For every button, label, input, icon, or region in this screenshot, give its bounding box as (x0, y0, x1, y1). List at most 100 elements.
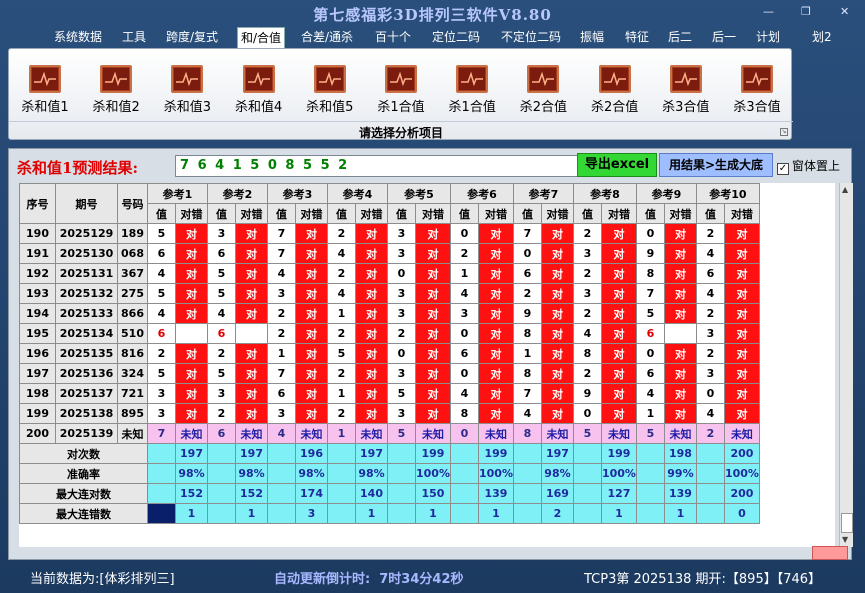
number-cell: 510 (117, 323, 148, 344)
judge-cell: 对 (600, 343, 637, 364)
col-seq-header[interactable]: 序号 (19, 183, 56, 224)
stats-empty-cell (327, 503, 356, 524)
table-row[interactable]: 195 2025134 510 6 6 2 对 2 对 2 对 0 对 8 对 4 对 6 3 对 (19, 323, 760, 344)
pulse-chart-icon (242, 65, 275, 93)
table-row[interactable]: 192 2025131 367 4 对 5 对 4 对 2 对 0 对 1 对 6 对 2 对 8 对 6 对 (19, 263, 760, 284)
value-cell: 7 (267, 223, 296, 244)
judge-cell: 对 (235, 383, 268, 404)
ribbon-button-4[interactable]: 杀和值5 (298, 65, 362, 115)
scroll-up-icon[interactable]: ▲ (842, 185, 848, 194)
col-number-header[interactable]: 号码 (117, 183, 148, 224)
ribbon-button-5[interactable]: 杀1合值 (369, 65, 433, 115)
table-row[interactable]: 199 2025138 895 3 对 2 对 3 对 2 对 3 对 8 对 4 对 0 对 1 对 4 对 (19, 403, 760, 424)
pending-judge-cell: 未知 (175, 423, 208, 444)
ribbon-button-0[interactable]: 杀和值1 (13, 65, 77, 115)
scroll-down-icon[interactable]: ▼ (842, 535, 848, 544)
ribbon-button-9[interactable]: 杀3合值 (654, 65, 718, 115)
value-cell: 2 (207, 343, 236, 364)
table-row[interactable]: 194 2025133 866 4 对 4 对 2 对 1 对 3 对 3 对 9 对 2 对 5 对 2 对 (19, 303, 760, 324)
ref-header-7[interactable]: 参考7 (512, 183, 574, 204)
table-row[interactable]: 198 2025137 721 3 对 3 对 6 对 1 对 5 对 4 对 7 对 9 对 4 对 0 对 (19, 383, 760, 404)
ref-header-2[interactable]: 参考2 (207, 183, 268, 204)
menu-item-11[interactable]: 后一 (712, 29, 736, 47)
ribbon-button-6[interactable]: 杀1合值 (440, 65, 504, 115)
value-cell: 5 (147, 283, 176, 304)
ribbon-button-2[interactable]: 杀和值3 (155, 65, 219, 115)
judge-cell: 对 (415, 243, 451, 264)
menu-item-0[interactable]: 系统数据 (54, 29, 102, 47)
value-cell: 6 (635, 363, 665, 384)
value-cell: 8 (635, 263, 665, 284)
table-row[interactable]: 190 2025129 189 5 对 3 对 7 对 2 对 3 对 0 对 7 对 2 对 0 对 2 对 (19, 223, 760, 244)
value-cell: 0 (387, 263, 416, 284)
ribbon-button-7[interactable]: 杀2合值 (511, 65, 575, 115)
menu-item-9[interactable]: 特征 (625, 29, 649, 47)
judge-header: 对错 (600, 203, 637, 224)
ref-header-4[interactable]: 参考4 (327, 183, 388, 204)
menu-item-8[interactable]: 振幅 (580, 29, 604, 47)
col-period-header[interactable]: 期号 (55, 183, 118, 224)
menu-item-12[interactable]: 计划 (756, 29, 780, 47)
value-cell: 2 (327, 223, 356, 244)
topmost-toggle[interactable]: ✓ 窗体置上 (777, 157, 840, 175)
table-row[interactable]: 191 2025130 068 6 对 6 对 7 对 4 对 3 对 2 对 0 对 3 对 9 对 4 对 (19, 243, 760, 264)
menu-item-4[interactable]: 合差/通杀 (301, 29, 353, 47)
result-grid-container: 序号 期号 号码 参考1 参考2 参考3 参考4 参考5 参考6 参考7 参考8 参考9 参考10 值 对错… (19, 183, 835, 547)
judge-cell: 对 (235, 303, 268, 324)
judge-cell: 对 (723, 363, 760, 384)
ref-header-5[interactable]: 参考5 (387, 183, 451, 204)
judge-cell: 对 (540, 263, 574, 284)
ref-header-1[interactable]: 参考1 (147, 183, 208, 204)
ref-header-6[interactable]: 参考6 (449, 183, 514, 204)
ribbon-panel: 请选择分析项目 ↘ 杀和值1 杀和值2 杀和值3 杀和值4 杀和值5 杀1合值 杀1合值 杀2… (8, 48, 793, 140)
ref-header-9[interactable]: 参考9 (635, 183, 697, 204)
table-row[interactable]: 196 2025135 816 2 对 2 对 1 对 5 对 0 对 6 对 1 对 8 对 0 对 2 对 (19, 343, 760, 364)
judge-cell: 对 (235, 403, 268, 424)
stats-row: 最大连错数 1 1 3 1 1 1 2 1 1 0 (19, 503, 760, 524)
generate-base-button[interactable]: 用结果>生成大底 (659, 153, 773, 177)
minimize-button[interactable]: — (763, 5, 774, 18)
menu-item-2[interactable]: 跨度/复式 (166, 29, 218, 47)
ribbon-button-3[interactable]: 杀和值4 (227, 65, 291, 115)
export-excel-button[interactable]: 导出excel (577, 153, 657, 177)
val-header: 值 (327, 203, 356, 224)
ribbon-button-8[interactable]: 杀2合值 (583, 65, 647, 115)
menu-item-7[interactable]: 不定位二码 (501, 29, 561, 47)
menu-item-3[interactable]: 和/合值 (237, 27, 286, 48)
judge-cell: 对 (477, 363, 514, 384)
pending-value-cell: 6 (207, 423, 236, 444)
vertical-scrollbar[interactable]: ▲ ▼ (839, 183, 853, 547)
value-cell: 2 (572, 223, 602, 244)
maximize-button[interactable]: ❐ (801, 5, 811, 18)
table-row[interactable]: 197 2025136 324 5 对 5 对 7 对 2 对 3 对 0 对 8 对 2 对 6 对 3 对 (19, 363, 760, 384)
menu-item-5[interactable]: 百十个 (375, 29, 411, 47)
value-cell: 3 (267, 283, 296, 304)
close-button[interactable]: ✕ (840, 5, 849, 18)
status-countdown: 自动更新倒计时: 7时34分42秒 (274, 568, 464, 587)
ribbon-button-1[interactable]: 杀和值2 (84, 65, 148, 115)
ribbon-button-10[interactable]: 杀3合值 (725, 65, 789, 115)
ref-header-8[interactable]: 参考8 (572, 183, 637, 204)
pending-judge-cell: 未知 (415, 423, 451, 444)
stats-value-cell: 0 (723, 503, 760, 524)
table-row[interactable]: 193 2025132 275 5 对 5 对 3 对 4 对 3 对 4 对 2 对 3 对 7 对 4 对 (19, 283, 760, 304)
menu-item-10[interactable]: 后二 (668, 29, 692, 47)
menu-item-1[interactable]: 工具 (122, 29, 146, 47)
stats-value-cell: 197 (355, 443, 388, 464)
menu-item-13[interactable]: 划2 (812, 29, 832, 47)
judge-header: 对错 (540, 203, 574, 224)
ref-header-3[interactable]: 参考3 (267, 183, 328, 204)
topmost-checkbox[interactable]: ✓ (777, 163, 789, 175)
ribbon-expand-icon[interactable]: ↘ (780, 128, 788, 136)
stats-empty-cell (387, 483, 416, 504)
menu-item-6[interactable]: 定位二码 (432, 29, 480, 47)
pending-row[interactable]: 200 2025139 未知 7 未知 6 未知 4 未知 1 未知 5 未知 0 未知 8 未知 5 未知 5 未知 2… (19, 423, 760, 444)
scroll-thumb[interactable] (841, 513, 853, 533)
stats-label: 准确率 (19, 463, 148, 484)
stats-empty-cell (635, 503, 665, 524)
prediction-value[interactable]: 7 6 4 1 5 0 8 5 5 2 (175, 155, 579, 177)
ref-header-10[interactable]: 参考10 (695, 183, 760, 204)
judge-cell: 对 (415, 363, 451, 384)
judge-cell: 对 (355, 223, 388, 244)
value-cell: 7 (635, 283, 665, 304)
